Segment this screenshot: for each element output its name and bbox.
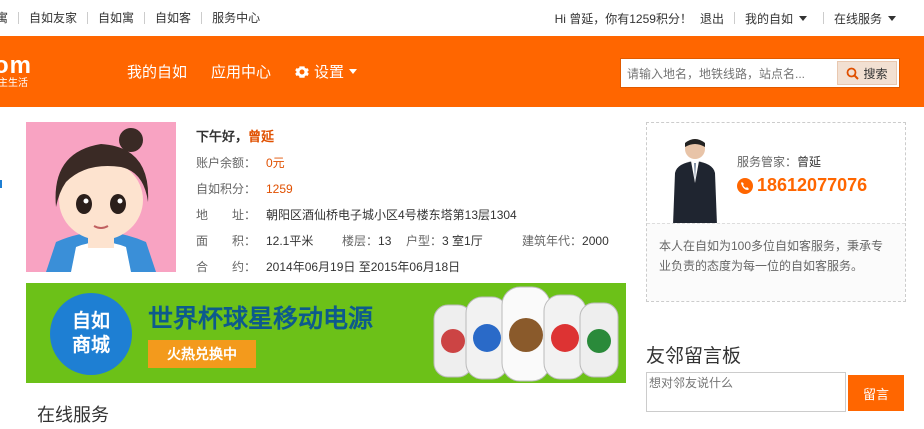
chevron-down-icon [349,69,358,74]
area-value: 12.1平米 [266,234,314,248]
search-button[interactable]: 搜索 [837,61,897,85]
message-board-title: 友邻留言板 [646,346,742,367]
user-greeting: Hi 曾延，你有1259积分！ [555,10,692,27]
area-row: 面 积： 12.1平米 楼层：13 户型：3 室1厅 建筑年代：2000 [196,232,609,249]
banner-tag: 火热兑换中 [148,340,256,368]
post-message-button[interactable]: 留言 [848,375,904,411]
online-service-heading: 在线服务 [37,405,109,425]
divider [822,12,824,24]
points-row: 自如积分： 1259 [196,180,293,197]
address-row: 地 址： 朝阳区酒仙桥电子城小区4号楼东塔第13层1304 [196,206,517,223]
layout-label: 户型： [406,234,443,248]
greeting-suffix: 积分！ [655,11,692,26]
balance-label: 账户余额： [196,156,257,170]
logo[interactable]: om 主生活 [0,54,32,90]
contract-value: 2014年06月19日 至2015年06月18日 [266,260,461,274]
side-marker [0,180,2,188]
nav-my-ziroom[interactable]: 我的自如 [127,61,187,82]
top-link-yu[interactable]: 寓 [0,12,20,24]
balance-row: 账户余额： 0元 [196,154,285,171]
area-label: 面 积： [196,234,257,248]
search-input[interactable] [625,63,839,85]
avatar-illustration [26,122,176,272]
search-box: 搜索 [620,58,900,88]
manager-phone-number: 18612077076 [757,175,868,195]
nav-settings-label: 设置 [314,64,345,81]
avatar[interactable] [26,122,176,272]
balance-value[interactable]: 0元 [266,156,285,170]
user-name: 曾延 [248,129,275,144]
manager-phone[interactable]: 18612077076 [737,175,867,196]
greeting-prefix: Hi 曾延，你有 [554,11,630,26]
greeting-points: 1259 [629,11,656,26]
banner-title: 世界杯球星移动电源 [148,305,374,333]
layout-value: 3 室1厅 [442,234,483,248]
nav-app-center[interactable]: 应用中心 [211,61,271,82]
online-service-dropdown[interactable]: 在线服务 [834,10,896,27]
address-label: 地 址： [196,208,257,222]
online-service-label: 在线服务 [833,11,882,26]
top-link-service-center[interactable]: 服务中心 [202,12,270,24]
my-ziroom-label: 我的自如 [744,11,793,26]
manager-photo [667,133,723,225]
top-link-youjia[interactable]: 自如友家 [19,12,89,24]
power-bank-product-image [433,286,619,382]
service-manager-panel: 服务管家：曾延 18612077076 本人在自如为100多位自如客服务，秉承专… [646,122,906,302]
points-value[interactable]: 1259 [266,182,293,196]
search-button-label: 搜索 [863,66,888,81]
main-nav: om 主生活 我的自如 应用中心 设置 搜索 [0,36,924,107]
floor-label: 楼层： [342,234,379,248]
search-icon [847,67,860,80]
nav-settings[interactable]: 设置 [295,61,358,82]
manager-label-text: 服务管家： [737,155,798,169]
top-right: Hi 曾延，你有1259积分！ 退出 我的自如 在线服务 [555,0,924,36]
logo-tagline: 主生活 [0,78,28,89]
divider [733,12,735,24]
logo-text: om [0,52,32,79]
top-bar: 寓 自如友家 自如寓 自如客 服务中心 Hi 曾延，你有1259积分！ 退出 我… [0,0,924,37]
year-label: 建筑年代： [522,234,583,248]
logout-link[interactable]: 退出 [700,10,724,27]
top-link-ziruyu[interactable]: 自如寓 [88,12,146,24]
promo-banner[interactable]: 自如商城 世界杯球星移动电源 火热兑换中 [26,283,626,383]
profile-greeting: 下午好，曾延 [196,126,274,145]
contract-label: 合 约： [196,260,257,274]
my-ziroom-dropdown[interactable]: 我的自如 [745,10,807,27]
gear-icon [295,65,309,78]
message-input[interactable] [646,372,846,412]
chevron-down-icon [888,15,896,21]
top-links: 寓 自如友家 自如寓 自如客 服务中心 [0,0,270,36]
nav-items: 我的自如 应用中心 设置 [127,36,381,107]
mall-badge: 自如 商城 [50,293,132,375]
greeting-text: 下午好， [196,129,249,144]
points-label: 自如积分： [196,182,257,196]
floor-value: 13 [378,234,392,248]
manager-label: 服务管家：曾延 [737,153,821,170]
mall-badge-line1: 自如 [71,311,110,332]
manager-description: 本人在自如为100多位自如客服务，秉承专业负责的态度为每一位的自如客服务。 [647,223,905,301]
year-value: 2000 [582,234,609,248]
address-value: 朝阳区酒仙桥电子城小区4号楼东塔第13层1304 [266,208,517,222]
mall-badge-line2: 商城 [71,335,110,356]
contract-row: 合 约： 2014年06月19日 至2015年06月18日 [196,258,460,275]
phone-icon [737,177,753,194]
top-link-ziruke[interactable]: 自如客 [145,12,203,24]
chevron-down-icon [798,15,807,21]
manager-name: 曾延 [797,155,822,169]
